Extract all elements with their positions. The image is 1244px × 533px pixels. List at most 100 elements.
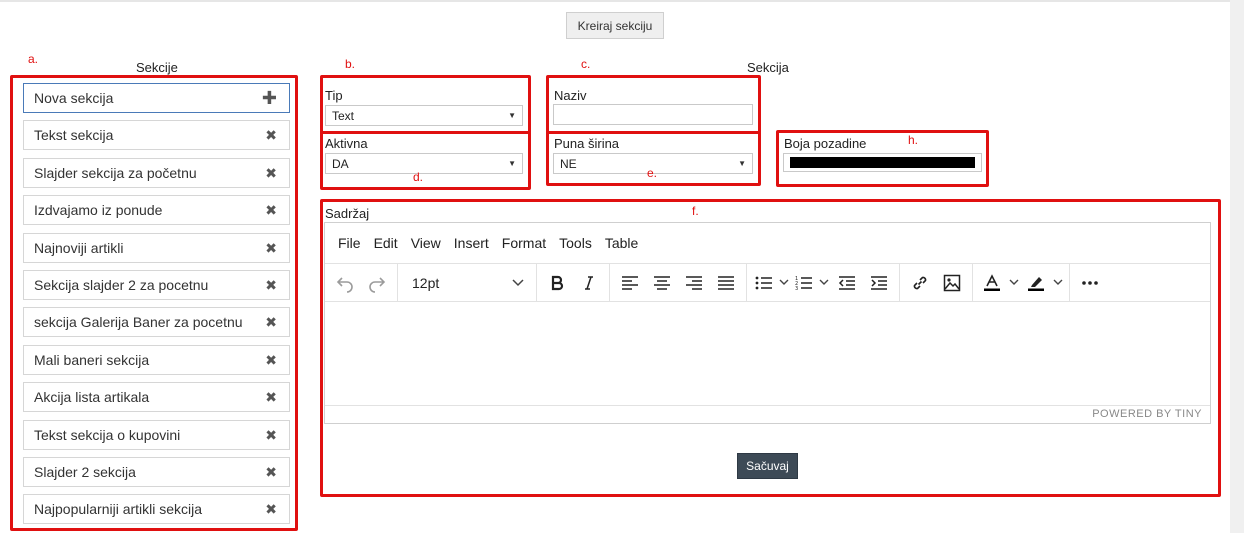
aktivna-label: Aktivna [325,136,368,151]
section-list-item[interactable]: Slajder 2 sekcija ✖ [23,457,290,487]
section-list-item[interactable]: Tekst sekcija ✖ [23,120,290,150]
naziv-input[interactable] [553,104,753,125]
section-list-item[interactable]: Izdvajamo iz ponude ✖ [23,195,290,225]
text-color-options[interactable] [1007,268,1021,298]
section-item-label: Najnoviji artikli [34,240,124,256]
menu-item-table[interactable]: Table [605,235,638,251]
tip-select[interactable]: Text ▼ [325,105,523,126]
section-list-item[interactable]: Nova sekcija ✚ [23,83,290,113]
delete-icon[interactable]: ✖ [265,277,277,294]
background-color-picker[interactable] [783,153,982,172]
font-size-select[interactable]: 12pt [402,268,532,298]
top-divider [0,0,1230,2]
caret-down-icon: ▼ [508,159,516,168]
align-justify-button[interactable] [710,268,742,298]
caret-down-icon: ▼ [508,111,516,120]
align-left-icon [622,275,638,290]
redo-button[interactable] [361,268,393,298]
highlight-color-options[interactable] [1051,268,1065,298]
svg-text:3: 3 [795,286,798,291]
marker-h: h. [908,133,919,147]
chevron-down-icon [779,279,789,285]
align-right-button[interactable] [678,268,710,298]
delete-icon[interactable]: ✖ [265,464,277,481]
section-list-item[interactable]: sekcija Galerija Baner za pocetnu ✖ [23,307,290,337]
marker-b: b. [345,57,356,71]
delete-icon[interactable]: ✖ [265,314,277,331]
section-list-item[interactable]: Najnoviji artikli ✖ [23,233,290,263]
italic-button[interactable] [573,268,605,298]
menu-item-view[interactable]: View [411,235,441,251]
numbered-list-icon: 123 [795,276,812,291]
numbered-list-options[interactable] [817,268,831,298]
powered-by-tiny: POWERED BY TINY [325,405,1210,423]
sections-heading: Sekcije [136,60,178,75]
more-icon [1082,280,1098,285]
chevron-down-icon [819,279,829,285]
aktivna-select[interactable]: DA ▼ [325,153,523,174]
align-justify-icon [718,275,734,290]
color-swatch [790,157,975,168]
toolbar-group-color [973,264,1070,301]
numbered-list-button[interactable]: 123 [791,268,817,298]
undo-button[interactable] [329,268,361,298]
page: Kreiraj sekciju a. Sekcije Nova sekcija ✚… [0,0,1230,533]
delete-icon[interactable]: ✖ [265,240,277,257]
font-size-value: 12pt [412,274,440,291]
more-button[interactable] [1074,268,1106,298]
section-item-label: Slajder sekcija za početnu [34,165,197,181]
section-list-item[interactable]: Slajder sekcija za početnu ✖ [23,158,290,188]
save-button[interactable]: Sačuvaj [737,453,798,479]
chevron-down-icon [1009,279,1019,285]
marker-c: c. [581,57,591,71]
editor-content-area[interactable] [325,303,1210,407]
outdent-button[interactable] [831,268,863,298]
menu-item-file[interactable]: File [338,235,361,251]
editor-menubar: File Edit View Insert Format Tools Table [325,223,1210,263]
section-heading: Sekcija [747,60,789,75]
section-item-label: Slajder 2 sekcija [34,464,136,480]
delete-icon[interactable]: ✖ [265,165,277,182]
menu-item-tools[interactable]: Tools [559,235,592,251]
delete-icon[interactable]: ✖ [265,352,277,369]
indent-icon [871,275,887,290]
delete-icon[interactable]: ✖ [265,127,277,144]
image-button[interactable] [936,268,968,298]
image-icon [943,274,961,291]
section-list-item[interactable]: Sekcija slajder 2 za pocetnu ✖ [23,270,290,300]
scrollbar-track[interactable] [1230,0,1244,533]
indent-button[interactable] [863,268,895,298]
highlight-color-button[interactable] [1021,268,1051,298]
chevron-down-icon [1053,279,1063,285]
delete-icon[interactable]: ✖ [265,427,277,444]
menu-item-insert[interactable]: Insert [454,235,489,251]
highlighter-icon [1028,276,1044,291]
bullet-list-button[interactable] [751,268,777,298]
menu-item-format[interactable]: Format [502,235,546,251]
section-list-item[interactable]: Najpopularniji artikli sekcija ✖ [23,494,290,524]
delete-icon[interactable]: ✖ [265,389,277,406]
menu-item-edit[interactable]: Edit [374,235,398,251]
tip-label: Tip [325,88,343,103]
align-left-button[interactable] [614,268,646,298]
create-section-button[interactable]: Kreiraj sekciju [566,12,664,39]
toolbar-group-insert [900,264,973,301]
text-color-button[interactable] [977,268,1007,298]
align-center-button[interactable] [646,268,678,298]
toolbar-group-history [325,264,398,301]
plus-icon[interactable]: ✚ [262,89,277,107]
chevron-down-icon [512,278,524,286]
delete-icon[interactable]: ✖ [265,501,277,518]
link-button[interactable] [904,268,936,298]
section-list-item[interactable]: Tekst sekcija o kupovini ✖ [23,420,290,450]
section-list-item[interactable]: Mali baneri sekcija ✖ [23,345,290,375]
toolbar-group-fontsize: 12pt [398,264,537,301]
marker-e: e. [647,166,658,180]
delete-icon[interactable]: ✖ [265,202,277,219]
toolbar-group-more [1070,264,1110,301]
italic-icon [585,275,593,290]
redo-icon [369,276,386,293]
bold-button[interactable] [541,268,573,298]
bullet-list-options[interactable] [777,268,791,298]
section-list-item[interactable]: Akcija lista artikala ✖ [23,382,290,412]
